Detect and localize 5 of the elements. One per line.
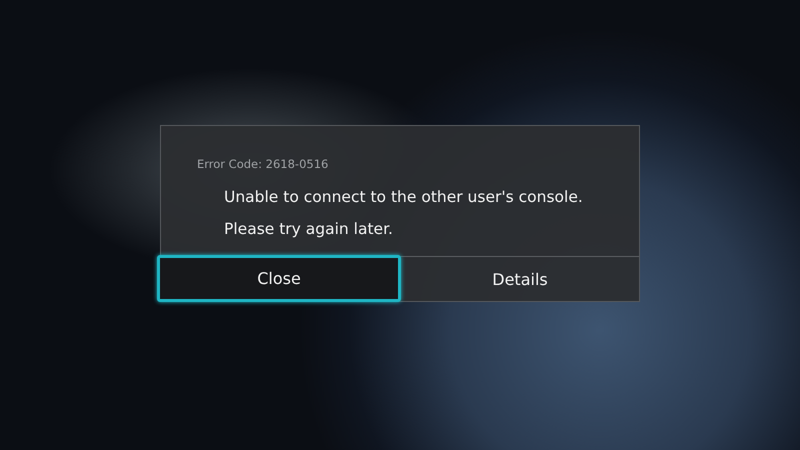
error-message: Unable to connect to the other user's console. — [223, 188, 584, 206]
dialog-button[interactable]: Details — [401, 257, 639, 301]
error-code: Error Code: 2618-0516 — [197, 157, 330, 171]
dialog-button[interactable]: Close — [157, 255, 401, 302]
error-message: Please try again later. — [223, 220, 394, 238]
